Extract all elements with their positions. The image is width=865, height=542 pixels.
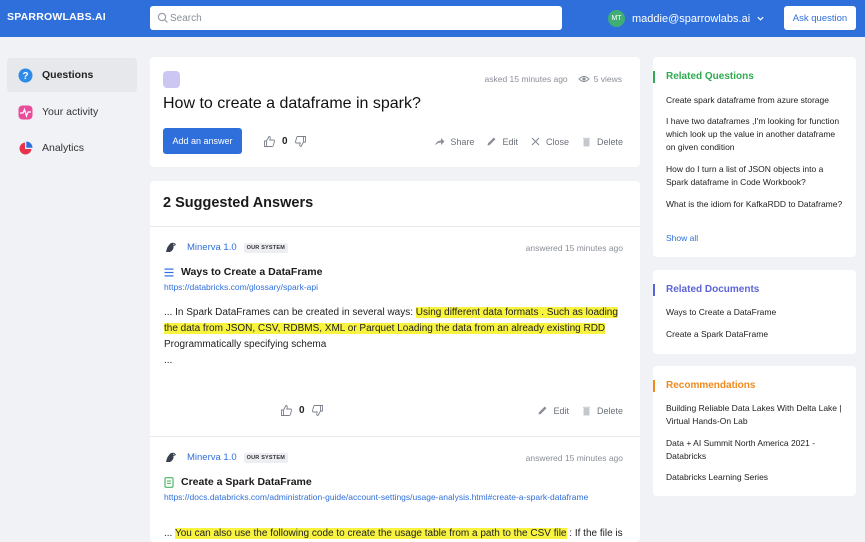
show-all-link[interactable]: Show all (666, 233, 698, 243)
user-email: maddie@sparrowlabs.ai (632, 12, 751, 25)
activity-pulse-icon (18, 105, 33, 120)
delete-button[interactable]: Delete (581, 136, 623, 147)
related-questions-title: Related Questions (653, 71, 754, 83)
question-avatar (163, 71, 180, 88)
system-badge: OUR SYSTEM (243, 452, 289, 463)
search-icon (157, 12, 168, 23)
trash-icon (582, 137, 590, 147)
recommendations-title: Recommendations (653, 380, 755, 392)
close-icon (531, 137, 540, 146)
answer-actions: Edit Delete (525, 405, 623, 416)
answer-author[interactable]: Minerva 1.0 (187, 242, 237, 253)
share-button[interactable]: Share (434, 136, 474, 147)
document-icon (164, 476, 174, 488)
vote-count: 0 (299, 405, 305, 416)
brand-logo[interactable]: SPARROWLABS.AI (7, 11, 106, 23)
highlighted-text: You can also use the following code to c… (174, 528, 567, 539)
thumbs-down-icon[interactable] (294, 135, 307, 148)
answers-heading: 2 Suggested Answers (163, 195, 314, 211)
question-votes: 0 (263, 135, 307, 148)
answer-snippet: ... In Spark DataFrames can be created i… (164, 307, 618, 366)
ask-question-button[interactable]: Ask question (784, 6, 856, 30)
edit-button[interactable]: Edit (537, 405, 569, 416)
svg-text:?: ? (22, 71, 28, 82)
sidebar-item-your-activity[interactable]: Your activity (7, 95, 137, 129)
related-documents-card: Related Documents Ways to Create a DataF… (653, 270, 856, 354)
related-questions-card: Related Questions Create spark dataframe… (653, 57, 856, 257)
related-document-link[interactable]: Create a Spark DataFrame (666, 328, 844, 341)
view-count: 5 views (593, 74, 622, 84)
sidebar-item-analytics[interactable]: Analytics (7, 131, 137, 165)
related-question-link[interactable]: I have two dataframes ,I'm looking for f… (666, 115, 844, 154)
thumbs-down-icon[interactable] (311, 404, 324, 417)
answer-votes: 0 (280, 404, 324, 417)
answer-item: Minerva 1.0 OUR SYSTEM answered 15 minut… (150, 241, 640, 436)
sidebar-item-label: Your activity (42, 106, 99, 118)
answer-item: Minerva 1.0 OUR SYSTEM answered 15 minut… (150, 451, 640, 542)
asked-time: asked 15 minutes ago (484, 74, 568, 84)
divider (150, 436, 640, 437)
question-card: asked 15 minutes ago 5 views How to crea… (150, 57, 640, 167)
source-title[interactable]: Create a Spark DataFrame (164, 476, 312, 488)
list-icon (164, 268, 174, 276)
related-documents-title: Related Documents (653, 284, 759, 296)
related-question-link[interactable]: What is the idiom for KafkaRDD to Datafr… (666, 198, 844, 211)
related-document-link[interactable]: Ways to Create a DataFrame (666, 306, 844, 319)
answered-time: answered 15 minutes ago (525, 243, 623, 253)
recommendation-link[interactable]: Databricks Learning Series (666, 471, 844, 484)
thumbs-up-icon[interactable] (263, 135, 276, 148)
avatar: MT (608, 10, 625, 27)
suggested-answers-card: 2 Suggested Answers Minerva 1.0 OUR SYST… (150, 181, 640, 542)
vote-count: 0 (282, 136, 288, 147)
sidebar: ? Questions Your activity Analytics (0, 37, 140, 542)
search-box[interactable] (150, 6, 562, 30)
search-input[interactable] (170, 6, 555, 30)
answer-author-row: Minerva 1.0 OUR SYSTEM (164, 241, 289, 254)
divider (150, 226, 640, 227)
user-menu[interactable]: MT maddie@sparrowlabs.ai (608, 10, 765, 27)
pencil-icon (538, 406, 547, 415)
edit-button[interactable]: Edit (486, 136, 518, 147)
bird-logo-icon (166, 452, 176, 462)
answered-time: answered 15 minutes ago (525, 453, 623, 463)
recommendation-link[interactable]: Building Reliable Data Lakes With Delta … (666, 402, 844, 428)
question-circle-icon: ? (18, 68, 33, 83)
add-answer-button[interactable]: Add an answer (163, 128, 242, 154)
answer-author-row: Minerva 1.0 OUR SYSTEM (164, 451, 289, 464)
question-meta: asked 15 minutes ago 5 views (484, 73, 622, 85)
source-title[interactable]: Ways to Create a DataFrame (164, 266, 322, 278)
related-question-link[interactable]: Create spark dataframe from azure storag… (666, 94, 844, 107)
source-url[interactable]: https://databricks.com/glossary/spark-ap… (164, 281, 624, 294)
sidebar-item-label: Analytics (42, 142, 85, 154)
question-title: How to create a dataframe in spark? (163, 95, 421, 112)
share-icon (435, 138, 445, 146)
close-button[interactable]: Close (530, 136, 569, 147)
pencil-icon (487, 137, 496, 146)
thumbs-up-icon[interactable] (280, 404, 293, 417)
sidebar-item-questions[interactable]: ? Questions (7, 58, 137, 92)
question-actions: Share Edit Close Delete (422, 136, 623, 147)
answer-snippet: ... You can also use the following code … (164, 528, 623, 539)
top-navbar: SPARROWLABS.AI MT maddie@sparrowlabs.ai … (0, 0, 865, 37)
recommendation-link[interactable]: Data + AI Summit North America 2021 - Da… (666, 437, 844, 463)
answer-author[interactable]: Minerva 1.0 (187, 452, 237, 463)
pie-chart-icon (18, 141, 33, 156)
delete-button[interactable]: Delete (581, 405, 623, 416)
chevron-down-icon (757, 16, 764, 21)
bird-logo-icon (166, 242, 176, 252)
trash-icon (582, 406, 590, 416)
related-question-link[interactable]: How do I turn a list of JSON objects int… (666, 163, 844, 189)
system-badge: OUR SYSTEM (243, 242, 289, 253)
eye-icon (577, 76, 590, 82)
recommendations-card: Recommendations Building Reliable Data L… (653, 366, 856, 496)
sidebar-item-label: Questions (42, 69, 94, 81)
source-url[interactable]: https://docs.databricks.com/administrati… (164, 491, 624, 504)
